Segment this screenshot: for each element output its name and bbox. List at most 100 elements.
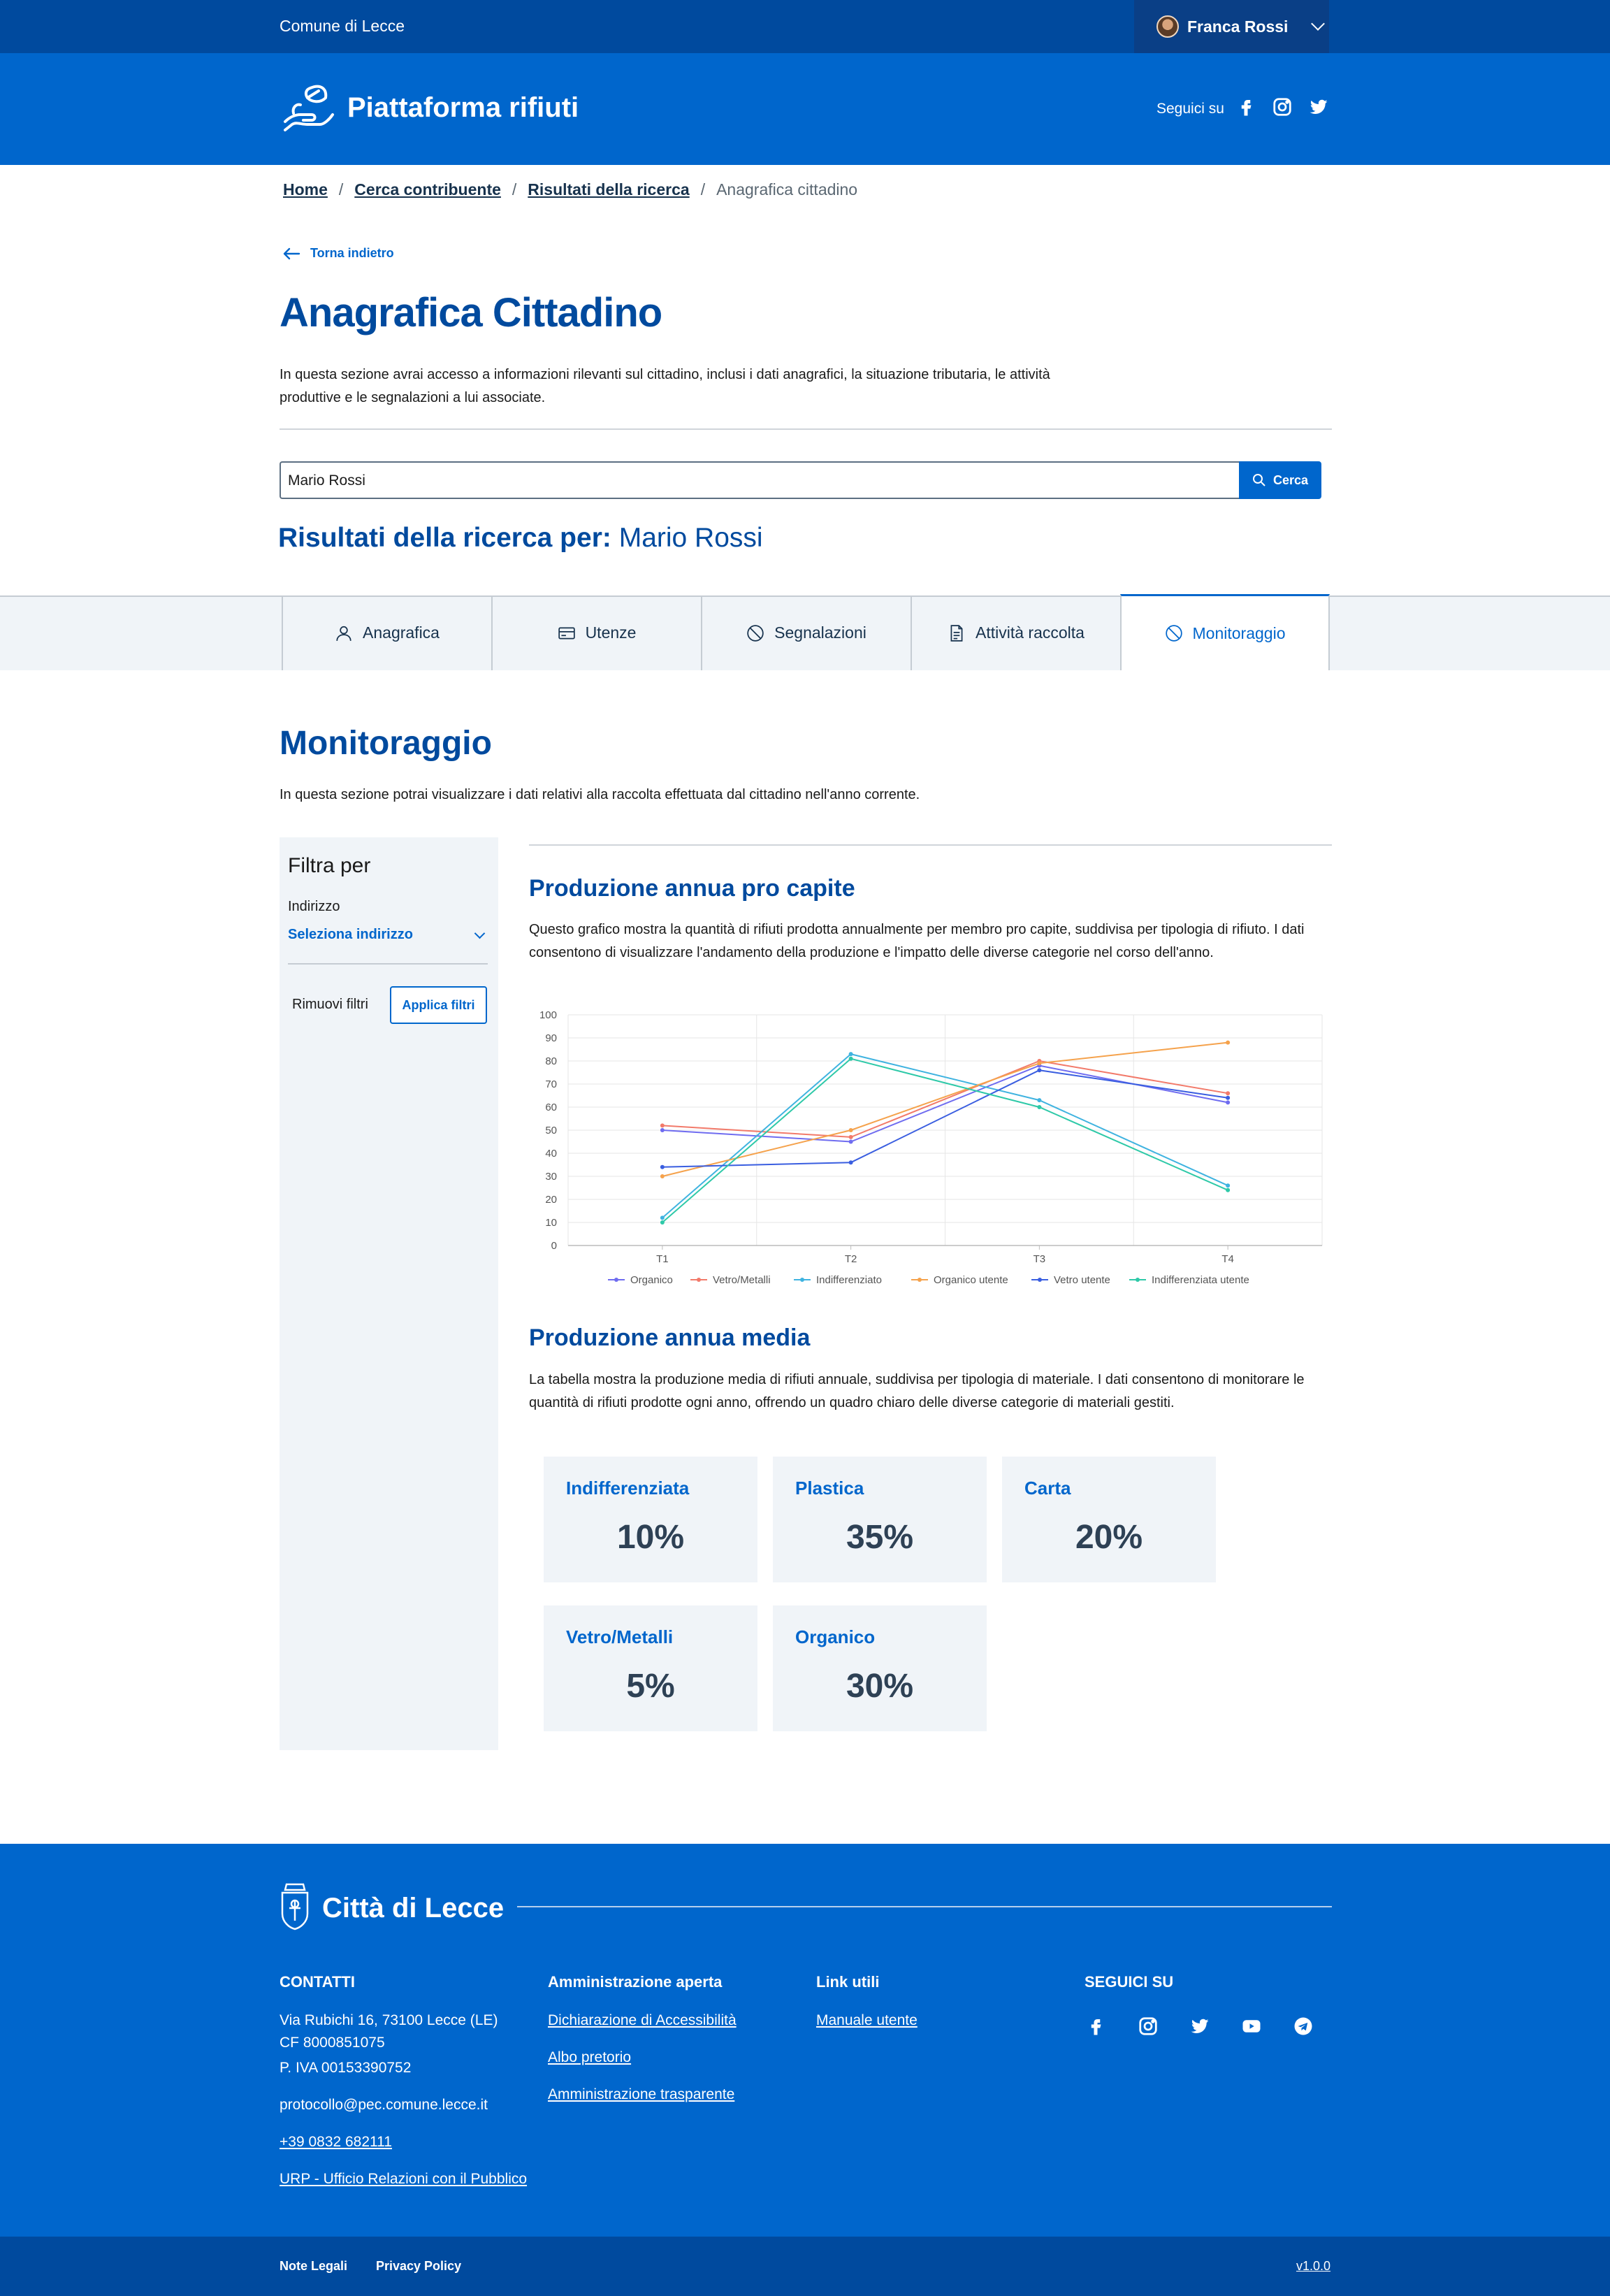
- tab-label: Anagrafica: [363, 623, 440, 642]
- apply-filters-button[interactable]: Applica filtri: [390, 986, 487, 1024]
- footer-admin-link[interactable]: Albo pretorio: [548, 2050, 737, 2065]
- privacy-policy-link[interactable]: Privacy Policy: [376, 2259, 461, 2274]
- region-brand-link[interactable]: Comune di Lecce: [280, 17, 405, 36]
- y-tick-label: 0: [551, 1240, 557, 1252]
- slim-header: Comune di Lecce Franca Rossi: [0, 0, 1610, 53]
- tab-utenze[interactable]: Utenze: [491, 595, 701, 670]
- address-label: Indirizzo: [288, 899, 340, 914]
- footer-urp-link[interactable]: URP - Ufficio Relazioni con il Pubblico: [280, 2172, 527, 2186]
- breadcrumb-current: Anagrafica cittadino: [716, 180, 858, 198]
- legend-label: Vetro utente: [1054, 1274, 1110, 1286]
- metric-label: Vetro/Metalli: [566, 1626, 674, 1647]
- instagram-icon[interactable]: [1272, 96, 1293, 117]
- address-select[interactable]: Seleziona indirizzo: [288, 927, 488, 943]
- breadcrumb-home-link[interactable]: Home: [283, 180, 328, 199]
- y-tick-label: 60: [545, 1102, 557, 1113]
- y-tick-label: 90: [545, 1032, 557, 1044]
- footer-manual-link[interactable]: Manuale utente: [816, 2013, 918, 2028]
- instagram-icon[interactable]: [1138, 2016, 1159, 2037]
- tab-monitoraggio[interactable]: Monitoraggio: [1120, 594, 1330, 670]
- chart-section-title: Produzione annua pro capite: [529, 875, 855, 902]
- search-input[interactable]: Mario Rossi: [280, 461, 1240, 499]
- footer-admin-link[interactable]: Dichiarazione di Accessibilità: [548, 2013, 737, 2028]
- series-point: [848, 1139, 853, 1144]
- footer-city-name[interactable]: Città di Lecce: [322, 1893, 504, 1924]
- recycle-hand-logo-icon[interactable]: [280, 80, 335, 137]
- series-point: [1037, 1105, 1042, 1109]
- legal-notes-link[interactable]: Note Legali: [280, 2259, 347, 2274]
- filter-title: Filtra per: [288, 854, 371, 877]
- x-tick-label: T1: [656, 1253, 669, 1265]
- city-crest-icon[interactable]: [280, 1880, 310, 1932]
- metric-value: 20%: [1075, 1519, 1143, 1556]
- user-menu[interactable]: Franca Rossi: [1134, 0, 1329, 53]
- legend-marker: [1136, 1278, 1140, 1282]
- divider: [288, 963, 488, 965]
- tab-label: Utenze: [585, 623, 637, 642]
- breadcrumb-search-link[interactable]: Cerca contribuente: [354, 180, 501, 199]
- tab-anagrafica[interactable]: Anagrafica: [282, 595, 491, 670]
- facebook-icon[interactable]: [1085, 2016, 1106, 2037]
- legend-label: Indifferenziato: [816, 1274, 882, 1286]
- series-point: [660, 1164, 665, 1169]
- avatar: [1156, 15, 1179, 38]
- y-tick-label: 30: [545, 1171, 557, 1183]
- tab-segnalazioni[interactable]: Segnalazioni: [701, 595, 911, 670]
- metric-card: Plastica 35%: [773, 1457, 987, 1582]
- legend-marker: [918, 1278, 922, 1282]
- legend-marker: [614, 1278, 618, 1282]
- tab-attivita-raccolta[interactable]: Attività raccolta: [911, 595, 1120, 670]
- metric-card: Indifferenziata 10%: [544, 1457, 757, 1582]
- footer-admin: Amministrazione aperta Dichiarazione di …: [548, 1973, 737, 2113]
- breadcrumb-results-link[interactable]: Risultati della ricerca: [528, 180, 689, 199]
- twitter-icon[interactable]: [1308, 96, 1329, 117]
- chevron-down-icon: [474, 927, 486, 939]
- section-description: In questa sezione potrai visualizzare i …: [280, 787, 920, 802]
- twitter-icon[interactable]: [1189, 2016, 1210, 2037]
- user-icon: [336, 626, 351, 641]
- footer-pec[interactable]: protocollo@pec.comune.lecce.it: [280, 2098, 527, 2112]
- footer-social: SEGUICI SU: [1085, 1973, 1173, 2016]
- divider: [529, 844, 1332, 846]
- chart-section-description: Questo grafico mostra la quantità di rif…: [529, 922, 1305, 960]
- page-intro: In questa sezione avrai accesso a inform…: [280, 367, 1050, 405]
- metric-value: 10%: [616, 1519, 685, 1556]
- footer-address: Via Rubichi 16, 73100 Lecce (LE): [280, 2012, 498, 2028]
- metric-label: Carta: [1024, 1478, 1071, 1499]
- y-tick-label: 80: [545, 1055, 557, 1067]
- breadcrumb: Home / Cerca contribuente / Risultati de…: [283, 180, 857, 199]
- metric-card: Organico 30%: [773, 1605, 987, 1731]
- user-name: Franca Rossi: [1187, 17, 1289, 36]
- tab-label: Monitoraggio: [1192, 623, 1286, 642]
- series-point: [660, 1220, 665, 1225]
- legend-label: Organico utente: [934, 1274, 1008, 1286]
- series-point: [848, 1160, 853, 1165]
- series-point: [660, 1123, 665, 1128]
- metrics-section-title: Produzione annua media: [529, 1324, 811, 1351]
- tab-label: Attività raccolta: [976, 623, 1085, 642]
- remove-filters-button[interactable]: Rimuovi filtri: [292, 997, 368, 1013]
- version-link[interactable]: v1.0.0: [1296, 2259, 1330, 2274]
- tab-label: Segnalazioni: [774, 623, 866, 642]
- back-link[interactable]: Torna indietro: [282, 246, 394, 261]
- y-tick-label: 20: [545, 1194, 557, 1206]
- footer-contacts-title: CONTATTI: [280, 1973, 355, 1991]
- metric-value: 30%: [846, 1668, 914, 1705]
- footer-admin-title: Amministrazione aperta: [548, 1973, 723, 1991]
- footer-phone-link[interactable]: +39 0832 682111: [280, 2135, 527, 2149]
- series-point: [1226, 1040, 1231, 1045]
- breadcrumb-separator: /: [338, 180, 344, 198]
- page-title: Anagrafica Cittadino: [280, 290, 662, 335]
- center-header: Piattaforma rifiuti Seguici su: [0, 53, 1610, 165]
- metric-card: Carta 20%: [1002, 1457, 1216, 1582]
- app-title[interactable]: Piattaforma rifiuti: [347, 92, 579, 124]
- footer-admin-link[interactable]: Amministrazione trasparente: [548, 2087, 737, 2102]
- telegram-icon[interactable]: [1293, 2016, 1314, 2037]
- legend-label: Vetro/Metalli: [713, 1274, 771, 1286]
- results-query: Mario Rossi: [618, 523, 763, 553]
- youtube-icon[interactable]: [1241, 2016, 1262, 2037]
- facebook-icon[interactable]: [1235, 96, 1256, 117]
- search-button[interactable]: Cerca: [1239, 461, 1321, 499]
- series-point: [848, 1056, 853, 1061]
- ban-icon: [1165, 625, 1182, 642]
